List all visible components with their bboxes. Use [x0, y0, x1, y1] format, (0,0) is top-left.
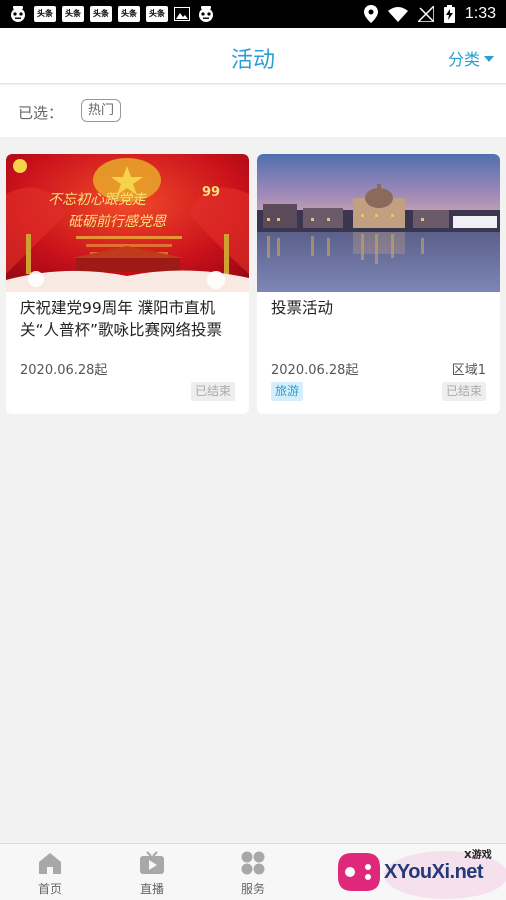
category-button[interactable]: 分类 — [448, 46, 494, 70]
banner-slogan-1: 不忘初心跟党走 — [48, 192, 147, 208]
news-icon: 头条 — [62, 6, 84, 22]
nav-item-home[interactable]: 首页 — [20, 850, 80, 897]
status-badge: 已结束 — [441, 382, 486, 401]
live-tv-icon — [140, 851, 164, 874]
activity-date: 2020.06.28起 — [271, 363, 359, 378]
news-icon: 头条 — [118, 6, 140, 22]
watermark-small-text: X游戏 — [464, 850, 492, 861]
app-header: 活动 分类 — [0, 28, 506, 84]
category-label: 分类 — [447, 50, 480, 69]
page-title: 活动 — [230, 48, 275, 73]
news-icon: 头条 — [146, 6, 168, 22]
robot-icon — [199, 6, 213, 22]
nav-label: 服务 — [240, 882, 265, 896]
activity-title: 庆祝建党99周年 濮阳市直机关“人普杯”歌咏比赛网络投票 — [20, 299, 223, 339]
caret-down-icon — [484, 56, 494, 62]
notification-icons: 头条 头条 头条 头条 头条 — [8, 4, 216, 24]
wifi-icon — [387, 7, 408, 22]
activity-title: 投票活动 — [271, 299, 334, 317]
nav-item-services[interactable]: 服务 — [223, 850, 283, 897]
status-bar: 头条 头条 头条 头条 头条 1:33 — [0, 0, 506, 28]
services-icon — [241, 851, 265, 875]
system-icons: 1:33 — [363, 4, 496, 24]
banner-number: 99 — [202, 185, 220, 200]
news-icon: 头条 — [90, 6, 112, 22]
activity-date: 2020.06.28起 — [20, 363, 108, 378]
filter-tag-hot[interactable]: 热门 — [81, 99, 122, 122]
activity-area: 区域1 — [451, 363, 486, 378]
no-signal-icon — [417, 6, 434, 22]
activity-card[interactable]: 投票活动 2020.06.28起 区域1 旅游 已结束 — [257, 154, 500, 414]
battery-charging-icon — [443, 5, 455, 23]
category-tag: 旅游 — [271, 382, 304, 401]
nav-item-live[interactable]: 直播 — [122, 850, 182, 897]
activity-banner-image: 不忘初心跟党走 99 砥砺前行感党恩 — [6, 154, 249, 292]
nav-label: 首页 — [37, 882, 62, 896]
location-icon — [363, 5, 378, 23]
nav-label: 直播 — [139, 882, 164, 896]
activity-card[interactable]: 不忘初心跟党走 99 砥砺前行感党恩 庆祝建党99周年 濮阳市直机关“人普杯”歌… — [6, 154, 249, 414]
home-icon — [39, 853, 61, 874]
robot-icon — [11, 6, 25, 22]
status-badge: 已结束 — [190, 382, 235, 401]
watermark: X游戏 XYouXi.net — [336, 843, 506, 900]
filter-bar: 已选： 热门 — [0, 85, 506, 137]
filter-label: 已选： — [18, 104, 64, 122]
image-icon — [174, 7, 190, 21]
watermark-text: XYouXi.net — [384, 861, 484, 883]
clock: 1:33 — [464, 5, 496, 22]
banner-slogan-2: 砥砺前行感党恩 — [68, 214, 167, 230]
news-icon: 头条 — [34, 6, 56, 22]
activity-cover-image — [257, 154, 500, 292]
